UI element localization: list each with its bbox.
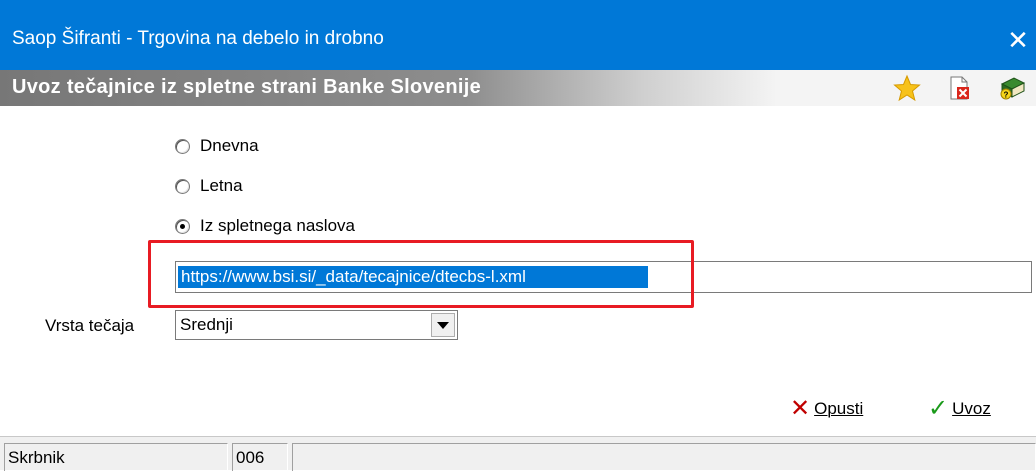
radio-option-dnevna[interactable]: Dnevna <box>175 135 259 157</box>
url-input-value: https://www.bsi.si/_data/tecajnice/dtecb… <box>181 267 526 286</box>
status-code: 006 <box>232 443 288 471</box>
radio-option-url[interactable]: Iz spletnega naslova <box>175 215 355 237</box>
book-help-icon[interactable]: ? <box>998 74 1026 102</box>
text-selection <box>178 266 648 288</box>
cancel-button[interactable]: ✕ Opusti <box>790 396 863 422</box>
star-icon[interactable] <box>893 74 921 102</box>
import-button[interactable]: ✓ Uvoz <box>928 396 991 422</box>
chevron-down-icon[interactable] <box>431 313 455 337</box>
radio-button-selected[interactable] <box>175 218 190 234</box>
status-extra <box>292 443 1036 471</box>
radio-button[interactable] <box>175 178 190 194</box>
radio-label: Letna <box>200 176 243 195</box>
window-titlebar: Saop Šifranti - Trgovina na debelo in dr… <box>0 0 1036 70</box>
window-title: Saop Šifranti - Trgovina na debelo in dr… <box>12 28 384 49</box>
svg-text:?: ? <box>1004 91 1009 100</box>
cancel-button-label: Opusti <box>814 399 864 418</box>
rate-type-dropdown[interactable]: Srednji <box>175 310 458 340</box>
dialog-title: Uvoz tečajnice iz spletne strani Banke S… <box>12 76 482 98</box>
radio-label: Iz spletnega naslova <box>200 216 355 235</box>
rate-type-label: Vrsta tečaja <box>45 316 135 335</box>
dialog-header: Uvoz tečajnice iz spletne strani Banke S… <box>0 70 1036 106</box>
rate-type-value: Srednji <box>180 315 233 334</box>
radio-option-letna[interactable]: Letna <box>175 175 243 197</box>
url-input[interactable]: https://www.bsi.si/_data/tecajnice/dtecb… <box>175 261 1032 293</box>
radio-label: Dnevna <box>200 136 259 155</box>
document-delete-icon[interactable] <box>945 74 973 102</box>
status-bar: Skrbnik 006 <box>0 436 1036 471</box>
checkmark-icon: ✓ <box>928 395 949 422</box>
radio-button[interactable] <box>175 138 190 154</box>
status-user: Skrbnik <box>4 443 228 471</box>
cancel-x-icon: ✕ <box>790 395 811 422</box>
close-icon[interactable]: ✕ <box>1000 22 1036 58</box>
dialog-body: Dnevna Letna Iz spletnega naslova https:… <box>0 106 1036 436</box>
import-button-label: Uvoz <box>952 399 991 418</box>
